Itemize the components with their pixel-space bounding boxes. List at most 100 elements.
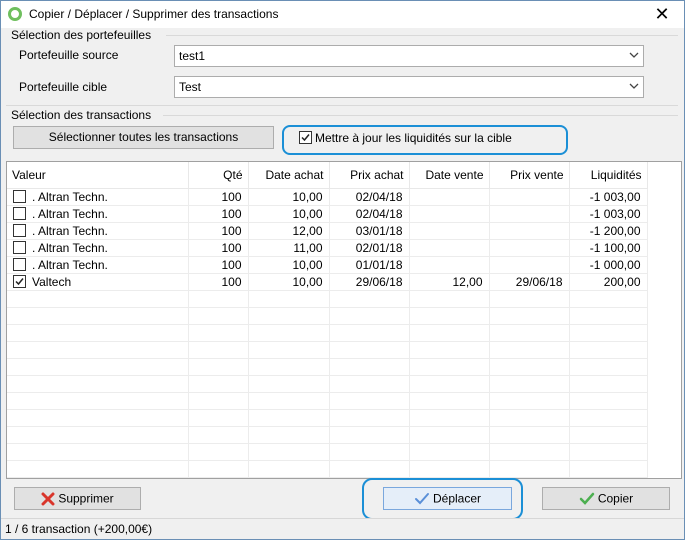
table-cell-qte	[188, 375, 249, 393]
table-cell-qte: 100	[188, 188, 249, 206]
table-row[interactable]: . Altran Techn. 100 12,00 03/01/18 -1 200,00	[7, 222, 648, 240]
table-cell-prix-achat	[329, 460, 410, 478]
row-checkbox[interactable]	[13, 189, 26, 203]
table-cell-qte: 100	[188, 222, 249, 240]
table-cell-prix-vente	[489, 256, 570, 274]
table-cell-prix-achat	[329, 324, 410, 342]
table-cell-prix-vente	[489, 188, 570, 206]
table-cell-qte: 100	[188, 273, 249, 291]
table-row[interactable]: . Altran Techn. 100 10,00 02/04/18 -1 003,00	[7, 188, 648, 206]
table-row[interactable]	[7, 409, 648, 427]
table-cell-date-achat: 10,00	[248, 205, 330, 223]
close-button[interactable]: ✕	[640, 1, 684, 28]
target-portfolio-label: Portefeuille cible	[19, 80, 108, 94]
table-cell-liquidites	[569, 426, 648, 444]
table-cell-date-vente: 12,00	[409, 273, 490, 291]
table-cell-date-vente	[409, 290, 490, 308]
table-cell-date-achat	[248, 290, 330, 308]
table-cell-liquidites	[569, 392, 648, 410]
table-cell-qte	[188, 358, 249, 376]
table-row[interactable]: . Altran Techn. 100 10,00 01/01/18 -1 000,00	[7, 256, 648, 274]
table-cell-prix-achat: 02/04/18	[329, 188, 410, 206]
table-cell-prix-vente	[489, 290, 570, 308]
table-row[interactable]	[7, 392, 648, 410]
table-row[interactable]	[7, 426, 648, 444]
table-row[interactable]	[7, 341, 648, 359]
table-cell-qte: 100	[188, 239, 249, 257]
status-text: 1 / 6 transaction (+200,00€)	[5, 522, 153, 536]
delete-button[interactable]: Supprimer	[14, 487, 141, 510]
table-cell-liquidites	[569, 341, 648, 359]
table-row[interactable]	[7, 358, 648, 376]
table-row[interactable]	[7, 375, 648, 393]
column-header-valeur[interactable]: Valeur	[7, 162, 189, 189]
table-row[interactable]	[7, 324, 648, 342]
table-cell-prix-achat	[329, 290, 410, 308]
table-row[interactable]	[7, 443, 648, 461]
window-title: Copier / Déplacer / Supprimer des transa…	[29, 7, 279, 21]
update-cash-label[interactable]: Mettre à jour les liquidités sur la cibl…	[315, 131, 512, 145]
delete-button-label: Supprimer	[58, 491, 114, 506]
table-row[interactable]	[7, 460, 648, 478]
table-cell-date-vente	[409, 205, 490, 223]
table-row[interactable]	[7, 290, 648, 308]
column-header-date-vente[interactable]: Date vente	[409, 162, 490, 189]
table-row[interactable]: Valtech 100 10,00 29/06/18 12,00 29/06/18 200,…	[7, 273, 648, 291]
column-header-prix-achat[interactable]: Prix achat	[329, 162, 410, 189]
source-portfolio-select[interactable]: test1	[174, 45, 644, 67]
table-cell-prix-achat: 03/01/18	[329, 222, 410, 240]
table-cell-qte	[188, 443, 249, 461]
table-row[interactable]: . Altran Techn. 100 11,00 02/01/18 -1 100,00	[7, 239, 648, 257]
column-header-qte[interactable]: Qté	[188, 162, 249, 189]
table-cell-valeur	[7, 324, 189, 342]
move-button-label: Déplacer	[432, 491, 482, 506]
table-cell-prix-vente	[489, 222, 570, 240]
table-cell-date-achat: 11,00	[248, 239, 330, 257]
row-valeur-label: . Altran Techn.	[32, 240, 108, 255]
row-checkbox[interactable]	[13, 240, 26, 254]
table-cell-valeur	[7, 307, 189, 325]
table-cell-prix-vente	[489, 409, 570, 427]
table-cell-qte	[188, 324, 249, 342]
table-row[interactable]: . Altran Techn. 100 10,00 02/04/18 -1 003,00	[7, 205, 648, 223]
table-cell-prix-achat	[329, 375, 410, 393]
table-cell-date-achat	[248, 426, 330, 444]
column-header-liquidites[interactable]: Liquidités	[569, 162, 648, 189]
row-checkbox[interactable]	[13, 223, 26, 237]
source-portfolio-label: Portefeuille source	[19, 48, 119, 62]
table-cell-prix-achat	[329, 341, 410, 359]
table-cell-liquidites: -1 100,00	[569, 239, 648, 257]
table-cell-valeur	[7, 358, 189, 376]
table-cell-date-achat	[248, 375, 330, 393]
table-cell-prix-vente: 29/06/18	[489, 273, 570, 291]
table-cell-date-vente	[409, 375, 490, 393]
row-checkbox[interactable]	[13, 206, 26, 220]
table-row[interactable]	[7, 307, 648, 325]
table-cell-valeur	[7, 443, 189, 461]
select-all-transactions-button[interactable]: Sélectionner toutes les transactions	[13, 126, 274, 149]
copy-button[interactable]: Copier	[542, 487, 670, 510]
table-cell-qte	[188, 426, 249, 444]
table-cell-date-vente	[409, 239, 490, 257]
row-checkbox[interactable]	[13, 257, 26, 271]
column-header-date-achat[interactable]: Date achat	[248, 162, 330, 189]
transactions-table[interactable]: Valeur Qté Date achat Prix achat Date ve…	[6, 161, 682, 479]
update-cash-checkbox[interactable]	[299, 131, 312, 144]
row-valeur-label: . Altran Techn.	[32, 223, 108, 238]
table-cell-valeur: Valtech	[7, 273, 189, 291]
table-cell-prix-vente	[489, 239, 570, 257]
table-header-row: Valeur Qté Date achat Prix achat Date ve…	[7, 162, 648, 189]
row-valeur-label: . Altran Techn.	[32, 257, 108, 272]
table-cell-date-achat: 10,00	[248, 256, 330, 274]
table-cell-date-achat: 10,00	[248, 273, 330, 291]
table-cell-date-achat	[248, 443, 330, 461]
move-button[interactable]: Déplacer	[383, 487, 512, 510]
column-header-prix-vente[interactable]: Prix vente	[489, 162, 570, 189]
table-cell-prix-vente	[489, 358, 570, 376]
row-checkbox[interactable]	[13, 274, 26, 288]
table-cell-liquidites: 200,00	[569, 273, 648, 291]
red-x-icon	[41, 492, 55, 506]
table-cell-date-achat	[248, 460, 330, 478]
table-cell-qte	[188, 392, 249, 410]
target-portfolio-select[interactable]: Test	[174, 76, 644, 98]
